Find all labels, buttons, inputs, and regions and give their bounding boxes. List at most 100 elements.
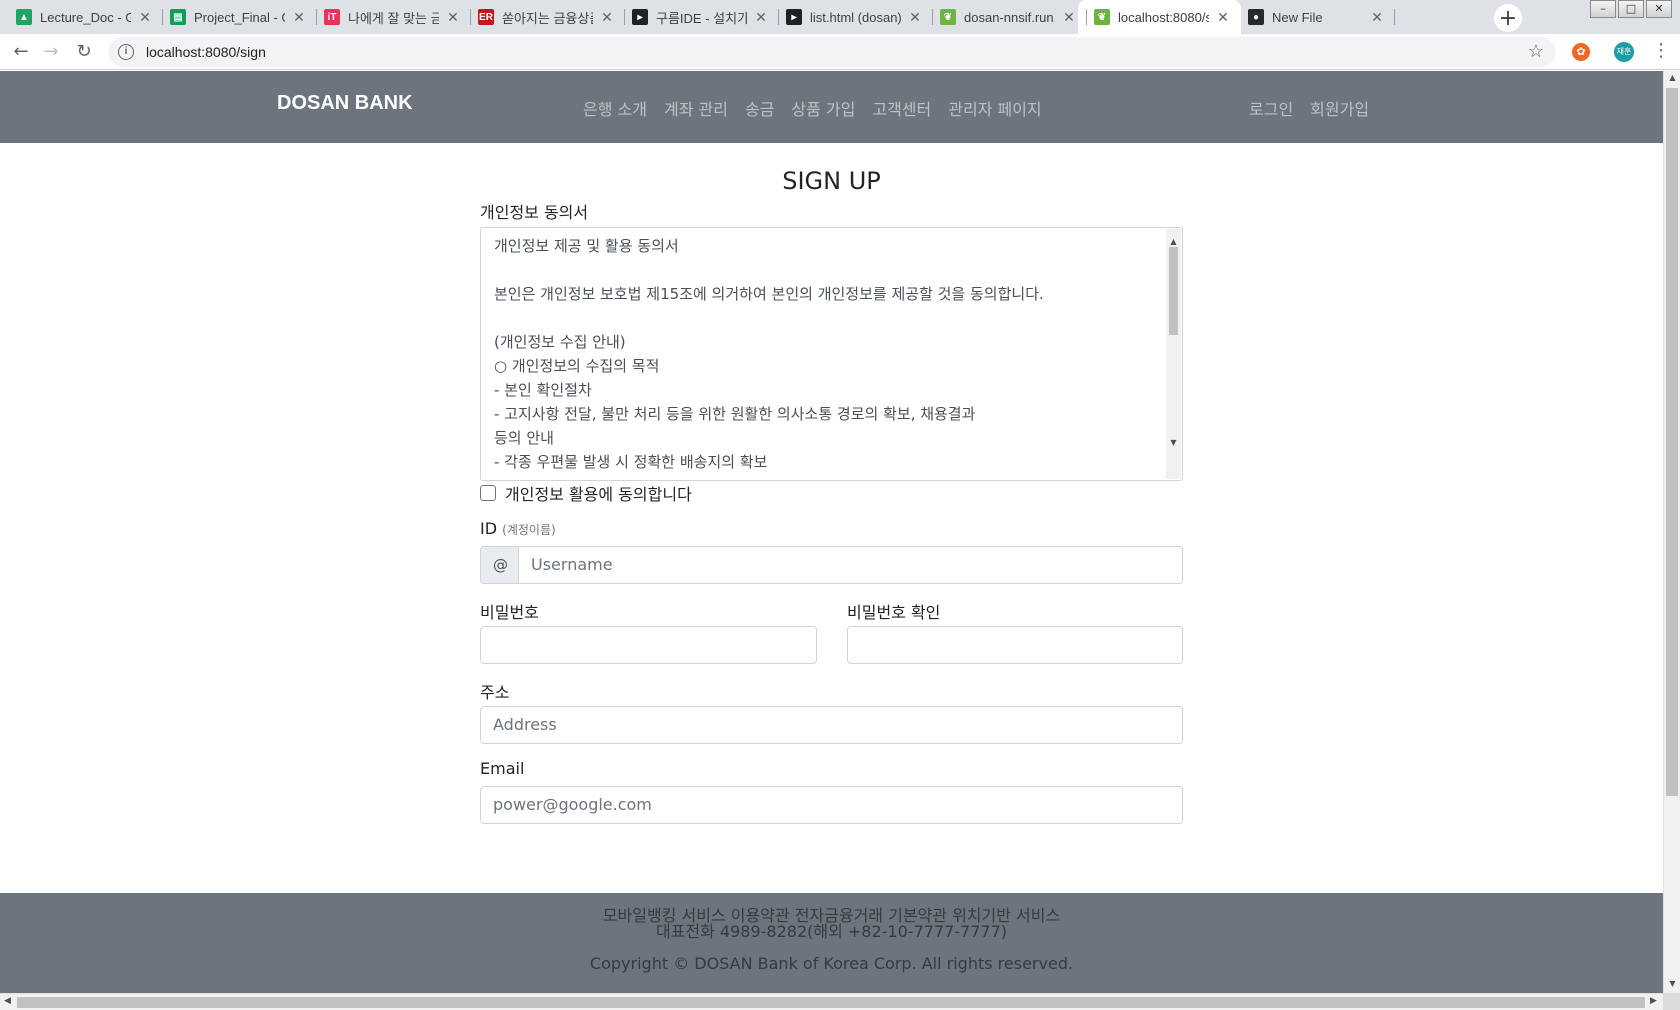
browser-tab[interactable]: ER 쏟아지는 금융상품 ✕: [462, 0, 625, 34]
tab-close-icon[interactable]: ✕: [753, 9, 769, 26]
page-horizontal-scrollbar[interactable]: ◀ ▶: [0, 993, 1663, 1010]
address-label: 주소: [480, 683, 510, 702]
consent-text-line: [494, 306, 1152, 330]
tab-separator: [470, 9, 471, 25]
browser-tab[interactable]: ▸ list.html (dosan) - ✕: [770, 0, 933, 34]
consent-text-line: 본인은 개인정보 보호법 제15조에 의거하여 본인의 개인정보를 제공할 것을…: [494, 285, 1044, 303]
sheets-icon: ▤: [170, 9, 186, 25]
maximize-button[interactable]: □: [1618, 0, 1644, 18]
tab-close-icon[interactable]: ✕: [1061, 9, 1077, 26]
email-label: Email: [480, 759, 525, 778]
new-tab-button[interactable]: +: [1494, 4, 1522, 32]
browser-tab[interactable]: ❦ localhost:8080/sig ✕: [1078, 0, 1241, 34]
tab-title[interactable]: localhost:8080/sig: [1118, 10, 1209, 25]
main-nav: 은행 소개 계좌 관리 송금 상품 가입 고객센터 관리자 페이지: [583, 96, 1059, 120]
password-label: 비밀번호: [480, 603, 539, 622]
terminal-icon: ▸: [632, 9, 648, 25]
terminal-icon: ▸: [786, 9, 802, 25]
browser-menu-icon[interactable]: ⋮: [1652, 40, 1670, 61]
tab-separator: [624, 9, 625, 25]
password-input[interactable]: [480, 626, 817, 664]
forward-arrow-icon[interactable]: →: [39, 40, 63, 64]
nav-link-products[interactable]: 상품 가입: [791, 96, 855, 120]
back-arrow-icon[interactable]: ←: [9, 40, 33, 64]
tab-title[interactable]: 나에게 잘 맞는 금: [348, 8, 439, 27]
page-viewport: DOSAN BANK 은행 소개 계좌 관리 송금 상품 가입 고객센터 관리자…: [0, 71, 1663, 993]
tab-title[interactable]: 구름IDE - 설치가 필: [656, 8, 747, 27]
window-controls: – □ ✕: [1588, 0, 1672, 18]
browser-tab[interactable]: ❦ dosan-nnsif.run.go ✕: [924, 0, 1087, 34]
nav-link-admin[interactable]: 관리자 페이지: [948, 96, 1041, 120]
brand-logo[interactable]: DOSAN BANK: [277, 92, 413, 115]
page-scrollbar-thumb[interactable]: [1666, 88, 1678, 796]
browser-tab-strip: ● New File ✕ ❦ localhost:8080/sig ✕ ❦ dosan-nns…: [0, 0, 1680, 34]
page-scroll-left-icon[interactable]: ◀: [4, 996, 11, 1006]
browser-tab[interactable]: ▲ Lecture_Doc - Goo ✕: [0, 0, 163, 34]
close-window-button[interactable]: ✕: [1646, 0, 1672, 18]
page-title: SIGN UP: [782, 167, 881, 195]
extension-icon[interactable]: ✿: [1572, 43, 1590, 61]
browser-tab[interactable]: ● New File ✕: [1232, 0, 1395, 34]
consent-text-line: - 고지사항 전달, 불만 처리 등을 위한 원활한 의사소통 경로의 확보, …: [494, 405, 976, 423]
url-text[interactable]: localhost:8080/sign: [146, 44, 266, 60]
footer-copyright: Copyright © DOSAN Bank of Korea Corp. Al…: [589, 954, 1074, 973]
tab-title[interactable]: Lecture_Doc - Goo: [40, 10, 131, 25]
consent-checkbox[interactable]: [480, 485, 496, 501]
nav-link-about[interactable]: 은행 소개: [583, 96, 647, 120]
password-confirm-label: 비밀번호 확인: [847, 603, 941, 622]
username-input[interactable]: Username: [518, 546, 1183, 584]
consent-checkbox-label[interactable]: 개인정보 활용에 동의합니다: [505, 481, 692, 505]
id-label: ID (계정이름): [480, 519, 556, 538]
tab-close-icon[interactable]: ✕: [1369, 9, 1385, 26]
tab-title[interactable]: New File: [1272, 10, 1363, 25]
tab-separator: [316, 9, 317, 25]
tab-close-icon[interactable]: ✕: [599, 9, 615, 26]
browser-tab[interactable]: ▤ Project_Final - Goo ✕: [154, 0, 317, 34]
tab-close-icon[interactable]: ✕: [291, 9, 307, 26]
browser-tab[interactable]: ▸ 구름IDE - 설치가 필 ✕: [616, 0, 779, 34]
tab-close-icon[interactable]: ✕: [1215, 9, 1231, 26]
tab-close-icon[interactable]: ✕: [445, 9, 461, 26]
consent-text-line: ○ 개인정보의 수집의 목적: [494, 357, 660, 375]
address-bar[interactable]: i localhost:8080/sign ☆: [108, 37, 1556, 67]
page-vertical-scrollbar[interactable]: ▲ ▼: [1663, 71, 1680, 993]
browser-tab[interactable]: iT 나에게 잘 맞는 금 ✕: [308, 0, 471, 34]
consent-text-line: [494, 258, 1152, 282]
tab-close-icon[interactable]: ✕: [137, 9, 153, 26]
page-scroll-down-icon[interactable]: ▼: [1664, 979, 1680, 988]
tab-close-icon[interactable]: ✕: [907, 9, 923, 26]
tab-title[interactable]: 쏟아지는 금융상품: [502, 8, 593, 27]
signup-link[interactable]: 회원가입: [1310, 96, 1369, 120]
nav-link-support[interactable]: 고객센터: [872, 96, 931, 120]
page-scroll-up-icon[interactable]: ▲: [1664, 73, 1680, 82]
consent-text-line: 개인정보 제공 및 활용 동의서: [494, 237, 679, 255]
password-confirm-input[interactable]: [847, 626, 1183, 664]
scroll-down-icon[interactable]: ▼: [1166, 431, 1181, 455]
tab-title[interactable]: dosan-nnsif.run.go: [964, 10, 1055, 25]
it-icon: iT: [324, 9, 340, 25]
page-hscrollbar-thumb[interactable]: [17, 997, 1645, 1008]
consent-textarea[interactable]: 개인정보 제공 및 활용 동의서본인은 개인정보 보호법 제15조에 의거하여 …: [480, 227, 1183, 481]
browser-toolbar: ← → ↻ i localhost:8080/sign ☆ ✿ 재훈 ⋮: [0, 34, 1680, 70]
email-input[interactable]: power@google.com: [480, 786, 1183, 824]
profile-avatar[interactable]: 재훈: [1614, 42, 1634, 62]
nav-link-accounts[interactable]: 계좌 관리: [664, 96, 728, 120]
bookmark-star-icon[interactable]: ☆: [1528, 41, 1544, 62]
nav-link-transfer[interactable]: 송금: [745, 96, 774, 120]
footer-phone: 대표전화 4989-8282(해외 +82-10-7777-7777): [655, 922, 1008, 941]
scrollbar-thumb[interactable]: [1169, 247, 1178, 335]
tab-title[interactable]: list.html (dosan) -: [810, 10, 901, 25]
id-hint: (계정이름): [502, 523, 556, 537]
tab-title[interactable]: Project_Final - Goo: [194, 10, 285, 25]
page-scroll-right-icon[interactable]: ▶: [1650, 996, 1657, 1006]
scrollbar-corner: [1663, 993, 1680, 1010]
minimize-button[interactable]: –: [1590, 0, 1616, 18]
consent-checkbox-row[interactable]: 개인정보 활용에 동의합니다: [480, 481, 692, 505]
reload-icon[interactable]: ↻: [72, 40, 96, 64]
consent-text-line: - 본인 확인절차: [494, 381, 592, 399]
login-link[interactable]: 로그인: [1249, 96, 1293, 120]
er-icon: ER: [478, 9, 494, 25]
address-input[interactable]: Address: [480, 706, 1183, 744]
textarea-scrollbar[interactable]: ▲ ▼: [1166, 229, 1181, 479]
site-info-icon[interactable]: i: [118, 44, 134, 60]
